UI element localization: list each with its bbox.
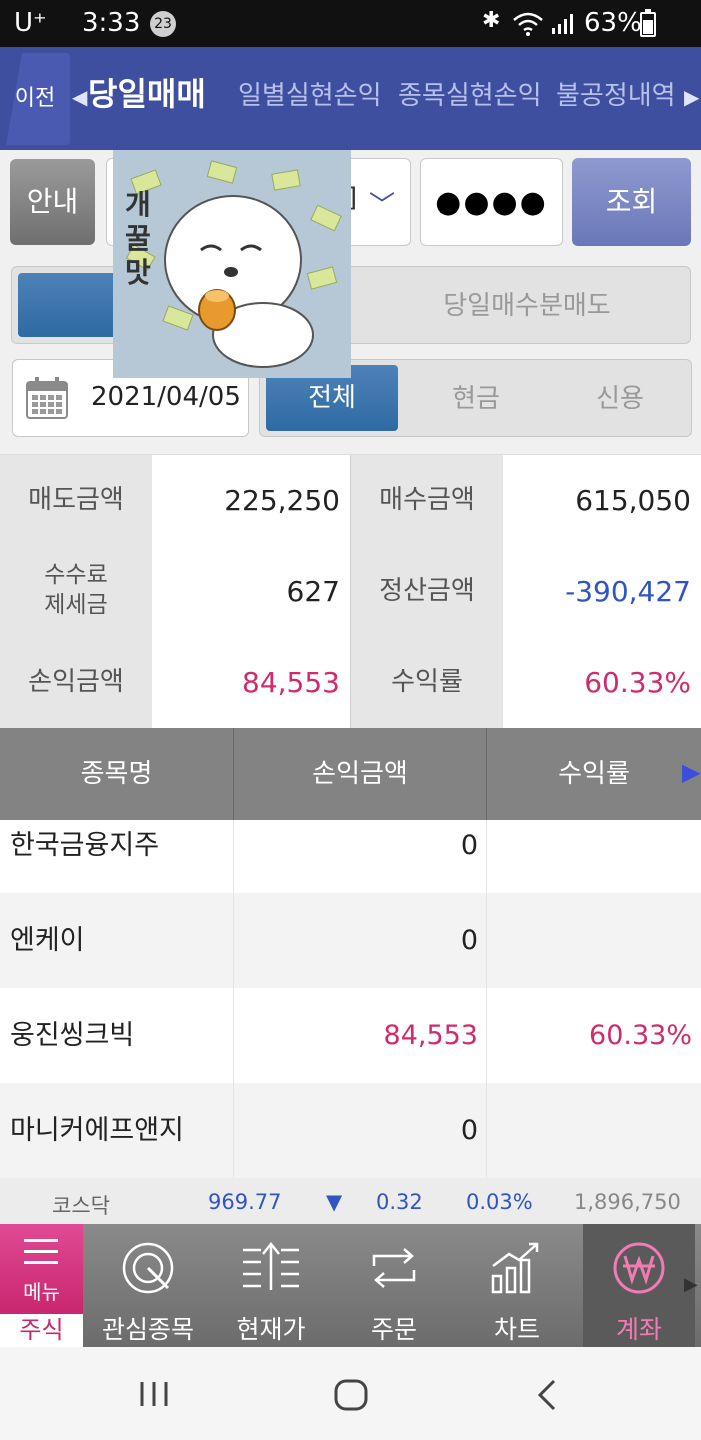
clock: 3:33	[82, 8, 141, 38]
password-field[interactable]: ●●●●	[420, 158, 563, 246]
signal-icon	[552, 14, 573, 34]
buy-amount-label: 매수금액	[351, 455, 503, 546]
ticker-change: 0.32	[376, 1190, 423, 1214]
home-icon[interactable]	[334, 1379, 368, 1411]
back-nav-icon[interactable]	[536, 1379, 558, 1411]
sell-amount-label: 매도금액	[0, 455, 152, 546]
ticker-index-name: 코스닥	[52, 1194, 110, 1218]
settlement-label: 정산금액	[351, 546, 503, 637]
status-bar: U⁺ 3:33 23 ✱ 63%	[0, 0, 701, 47]
tab-daily-realized-pnl[interactable]: 일별실현손익	[238, 75, 382, 112]
query-button[interactable]: 조회	[572, 158, 691, 246]
notification-count-badge: 23	[150, 11, 176, 37]
return-rate-label: 수익률	[351, 637, 503, 728]
row-stock-name: 마니커에프앤지	[10, 1115, 184, 1146]
summary-divider	[350, 455, 351, 728]
date-value: 2021/04/05	[91, 382, 241, 412]
chart-icon	[491, 1242, 539, 1294]
tab-scroll-right-icon[interactable]: ▶	[684, 85, 699, 109]
pnl-value: 84,553	[152, 637, 350, 728]
ticker-value: 969.77	[208, 1190, 282, 1214]
row-pnl: 84,553	[383, 1020, 478, 1051]
settlement-value: -390,427	[503, 546, 701, 637]
sticker-text: 개꿀맛	[125, 188, 151, 289]
segment-cash[interactable]: 현금	[404, 360, 548, 438]
table-row[interactable]: 마니커에프앤지 0	[0, 1083, 701, 1178]
order-icon	[372, 1248, 416, 1288]
chevron-down-icon: ﹀	[369, 191, 396, 221]
nav-account[interactable]: 계좌	[583, 1224, 695, 1347]
nav-scroll-right-icon[interactable]: ▶	[684, 1274, 698, 1295]
nav-chart-label: 차트	[493, 1315, 540, 1344]
pnl-label: 손익금액	[0, 637, 152, 728]
fee-tax-value: 627	[152, 546, 350, 637]
header-pnl: 손익금액	[312, 759, 408, 789]
recent-apps-icon[interactable]	[138, 1380, 170, 1408]
nav-order-label: 주문	[370, 1315, 417, 1344]
row-pnl: 0	[460, 925, 478, 956]
nav-watchlist-label: 관심종목	[101, 1315, 194, 1344]
back-button[interactable]: 이전	[0, 53, 70, 145]
scroll-right-icon[interactable]: ▶	[682, 758, 700, 786]
wifi-icon	[513, 12, 543, 36]
row-return-rate: 60.33%	[589, 1020, 692, 1051]
current-price-icon	[243, 1241, 299, 1290]
guide-button[interactable]: 안내	[10, 159, 95, 245]
calendar-icon	[26, 377, 68, 419]
ticker-change-pct: 0.03%	[466, 1190, 533, 1214]
nav-watchlist[interactable]: 관심종목	[88, 1224, 208, 1347]
table-row[interactable]: 엔케이 0	[0, 893, 701, 988]
table-row[interactable]: 웅진씽크빅 84,553 60.33%	[0, 988, 701, 1083]
fee-tax-label: 수수료 제세금	[0, 546, 152, 637]
return-rate-value: 60.33%	[503, 637, 701, 728]
nav-current-price[interactable]: 현재가	[211, 1224, 331, 1347]
back-button-label: 이전	[14, 86, 56, 111]
row-pnl: 0	[460, 1115, 478, 1146]
sticker-image: 개꿀맛	[113, 150, 351, 378]
sell-amount-value: 225,250	[152, 455, 350, 546]
bluetooth-icon: ✱	[482, 8, 501, 33]
detail-table-body: 한국금융지주 0 엔케이 0 웅진씽크빅 84,553 60.33% 마니커에프…	[0, 820, 701, 1178]
system-nav-bar	[0, 1347, 701, 1440]
top-tab-bar: 이전 ◀ 당일매매 일별실현손익 종목실현손익 불공정내역 ▶	[0, 47, 701, 150]
row-stock-name: 엔케이	[10, 925, 85, 956]
index-ticker[interactable]: 코스닥 969.77 ▼ 0.32 0.03% 1,896,750	[0, 1178, 701, 1224]
row-stock-name: 웅진씽크빅	[10, 1020, 135, 1051]
nav-chart[interactable]: 차트	[457, 1224, 577, 1347]
tab-today-trades[interactable]: 당일매매	[88, 69, 206, 115]
detail-table-header: 종목명 손익금액 수익률 ▶	[0, 728, 701, 820]
segment-credit[interactable]: 신용	[548, 360, 692, 438]
tax-label: 제세금	[44, 592, 108, 618]
tab-unfair-history[interactable]: 불공정내역	[556, 75, 676, 112]
fee-label: 수수료	[44, 562, 108, 588]
nav-order[interactable]: 주문	[334, 1224, 454, 1347]
row-return-rate	[487, 1083, 692, 1178]
summary-grid: 매도금액 225,250 매수금액 615,050 수수료 제세금 627 정산…	[0, 454, 701, 728]
table-row[interactable]: 한국금융지주 0	[0, 820, 701, 893]
menu-button[interactable]: 메뉴	[0, 1224, 83, 1314]
tab-scroll-left-icon[interactable]: ◀	[72, 85, 87, 109]
hamburger-icon	[24, 1239, 58, 1264]
battery-percent: 63%	[584, 8, 642, 38]
row-stock-name: 한국금융지주	[10, 830, 160, 861]
header-return-rate: 수익률	[558, 759, 630, 789]
ticker-volume: 1,896,750	[574, 1190, 681, 1214]
row-return-rate	[487, 893, 692, 988]
nav-account-label: 계좌	[615, 1315, 662, 1344]
menu-label: 메뉴	[23, 1280, 60, 1304]
header-stock-name: 종목명	[80, 759, 153, 789]
carrier-label: U⁺	[14, 8, 47, 38]
mode-option-day-buy-sell[interactable]: 당일매수분매도	[362, 267, 692, 345]
tab-stock-realized-pnl[interactable]: 종목실현손익	[398, 75, 542, 112]
bottom-nav: 메뉴 주식 관심종목 현재가 주문 차트 계좌 ▶	[0, 1224, 701, 1347]
stock-tab[interactable]: 주식	[0, 1314, 83, 1347]
down-arrow-icon: ▼	[326, 1190, 343, 1214]
row-return-rate	[487, 820, 692, 893]
won-icon	[613, 1242, 665, 1294]
battery-icon	[640, 9, 656, 37]
buy-amount-value: 615,050	[503, 455, 701, 546]
nav-current-price-label: 현재가	[236, 1315, 306, 1344]
watchlist-icon	[122, 1242, 174, 1294]
row-pnl: 0	[460, 830, 478, 861]
